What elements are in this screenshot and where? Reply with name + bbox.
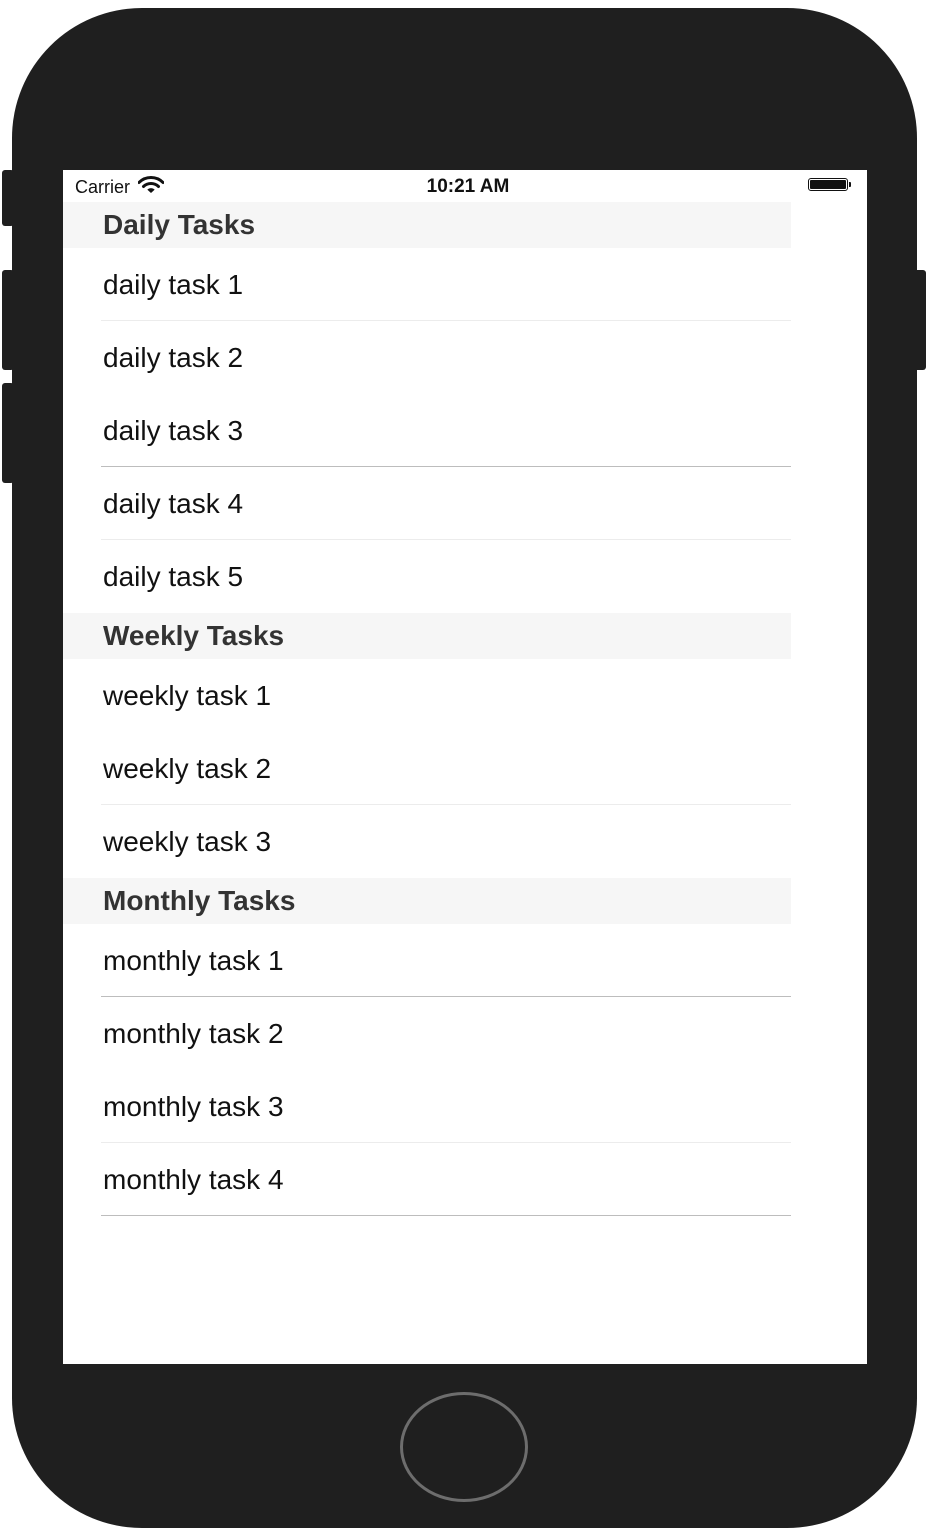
list-item[interactable]: weekly task 1 <box>63 659 791 732</box>
list-item[interactable]: daily task 1 <box>63 248 791 321</box>
list-item-label: daily task 3 <box>103 414 244 446</box>
status-time: 10:21 AM <box>426 176 510 197</box>
list-item[interactable]: weekly task 2 <box>63 732 791 805</box>
row-separator <box>101 1215 791 1216</box>
battery-icon <box>808 178 851 193</box>
section-header-weekly: Weekly Tasks <box>63 613 791 659</box>
list-item[interactable]: monthly task 3 <box>63 1070 791 1143</box>
list-item[interactable]: daily task 4 <box>63 467 791 540</box>
list-item-label: daily task 5 <box>103 560 244 592</box>
list-item-label: monthly task 4 <box>103 1163 284 1195</box>
list-item-label: weekly task 1 <box>103 679 272 711</box>
list-item[interactable]: monthly task 1 <box>63 924 791 997</box>
status-bar: Carrier 10:21 AM <box>63 170 867 202</box>
list-item[interactable]: daily task 2 <box>63 321 791 394</box>
list-item-label: weekly task 3 <box>103 825 272 857</box>
list-item-label: daily task 1 <box>103 268 244 300</box>
list-item[interactable]: daily task 5 <box>63 540 791 613</box>
list-item[interactable]: weekly task 3 <box>63 805 791 878</box>
list-item-label: daily task 4 <box>103 487 244 519</box>
task-table[interactable]: Daily Tasks daily task 1 daily task 2 da… <box>63 202 791 1216</box>
list-item[interactable]: monthly task 2 <box>63 997 791 1070</box>
list-item-label: daily task 2 <box>103 341 244 373</box>
list-item[interactable]: monthly task 4 <box>63 1143 791 1216</box>
home-button[interactable] <box>400 1392 528 1502</box>
list-item-label: monthly task 1 <box>103 944 284 976</box>
section-header-daily: Daily Tasks <box>63 202 791 248</box>
section-header-monthly: Monthly Tasks <box>63 878 791 924</box>
list-item-label: weekly task 2 <box>103 752 272 784</box>
list-item-label: monthly task 2 <box>103 1017 284 1049</box>
list-item[interactable]: daily task 3 <box>63 394 791 467</box>
screen: Carrier 10:21 AM Daily Tasks daily task … <box>63 170 867 1364</box>
list-item-label: monthly task 3 <box>103 1090 284 1122</box>
